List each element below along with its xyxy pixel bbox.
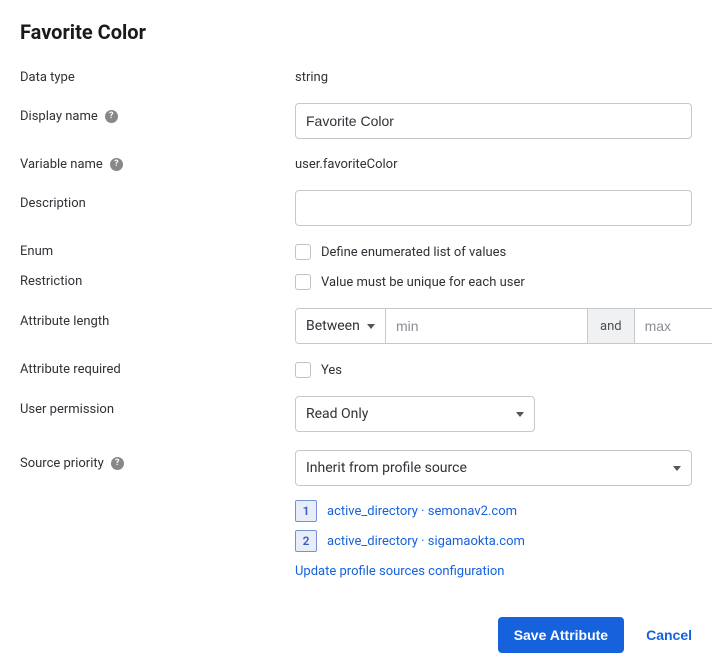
source-priority-item: 1 active_directory · semonav2.com — [295, 500, 692, 522]
row-attribute-length: Attribute length Between and — [20, 308, 692, 344]
enum-checkbox-wrap[interactable]: Define enumerated list of values — [295, 244, 506, 260]
row-attribute-required: Attribute required Yes — [20, 362, 692, 378]
help-icon[interactable]: ? — [110, 158, 123, 171]
label-description: Description — [20, 190, 295, 211]
user-permission-value: Read Only — [306, 406, 368, 422]
row-source-priority: Source priority ? Inherit from profile s… — [20, 450, 692, 579]
help-icon[interactable]: ? — [111, 457, 124, 470]
value-data-type: string — [295, 70, 692, 85]
priority-badge: 2 — [295, 530, 317, 552]
chevron-down-icon — [516, 412, 524, 417]
attribute-length-group: Between and — [295, 308, 712, 344]
label-attribute-length: Attribute length — [20, 308, 295, 329]
chevron-down-icon — [673, 466, 681, 471]
length-mode-select[interactable]: Between — [296, 309, 386, 343]
row-description: Description — [20, 190, 692, 226]
length-min-input[interactable] — [386, 309, 587, 343]
footer-actions: Save Attribute Cancel — [20, 617, 692, 653]
row-data-type: Data type string — [20, 70, 692, 85]
description-input[interactable] — [295, 190, 692, 226]
enum-checkbox[interactable] — [295, 244, 311, 260]
label-restriction: Restriction — [20, 274, 295, 289]
length-max-input[interactable] — [635, 309, 712, 343]
row-restriction: Restriction Value must be unique for eac… — [20, 274, 692, 290]
restriction-checkbox[interactable] — [295, 274, 311, 290]
label-attribute-required: Attribute required — [20, 362, 295, 377]
value-variable-name: user.favoriteColor — [295, 157, 692, 172]
help-icon[interactable]: ? — [105, 110, 118, 123]
enum-checkbox-label: Define enumerated list of values — [321, 245, 506, 260]
length-mode-value: Between — [306, 318, 360, 334]
row-user-permission: User permission Read Only — [20, 396, 692, 432]
user-permission-select[interactable]: Read Only — [295, 396, 535, 432]
source-priority-item: 2 active_directory · sigamaokta.com — [295, 530, 692, 552]
label-user-permission: User permission — [20, 396, 295, 417]
label-display-name-text: Display name — [20, 109, 98, 124]
source-link[interactable]: active_directory · sigamaokta.com — [327, 534, 525, 549]
cancel-button[interactable]: Cancel — [646, 627, 692, 643]
source-priority-value: Inherit from profile source — [306, 460, 467, 476]
required-checkbox-wrap[interactable]: Yes — [295, 362, 342, 378]
label-variable-name: Variable name ? — [20, 157, 295, 172]
required-checkbox-label: Yes — [321, 363, 342, 378]
chevron-down-icon — [367, 324, 375, 329]
update-sources-link[interactable]: Update profile sources configuration — [295, 564, 505, 579]
label-data-type: Data type — [20, 70, 295, 85]
row-display-name: Display name ? — [20, 103, 692, 139]
required-checkbox[interactable] — [295, 362, 311, 378]
length-and-separator: and — [587, 309, 635, 343]
row-enum: Enum Define enumerated list of values — [20, 244, 692, 260]
page-title: Favorite Color — [20, 20, 692, 44]
source-priority-select[interactable]: Inherit from profile source — [295, 450, 692, 486]
label-variable-name-text: Variable name — [20, 157, 103, 172]
label-display-name: Display name ? — [20, 103, 295, 124]
restriction-checkbox-wrap[interactable]: Value must be unique for each user — [295, 274, 525, 290]
label-enum: Enum — [20, 244, 295, 259]
label-source-priority: Source priority ? — [20, 450, 295, 471]
source-priority-list: 1 active_directory · semonav2.com 2 acti… — [295, 500, 692, 579]
priority-badge: 1 — [295, 500, 317, 522]
save-attribute-button[interactable]: Save Attribute — [498, 617, 624, 653]
row-variable-name: Variable name ? user.favoriteColor — [20, 157, 692, 172]
label-source-priority-text: Source priority — [20, 456, 104, 471]
display-name-input[interactable] — [295, 103, 692, 139]
source-link[interactable]: active_directory · semonav2.com — [327, 504, 517, 519]
restriction-checkbox-label: Value must be unique for each user — [321, 275, 525, 290]
